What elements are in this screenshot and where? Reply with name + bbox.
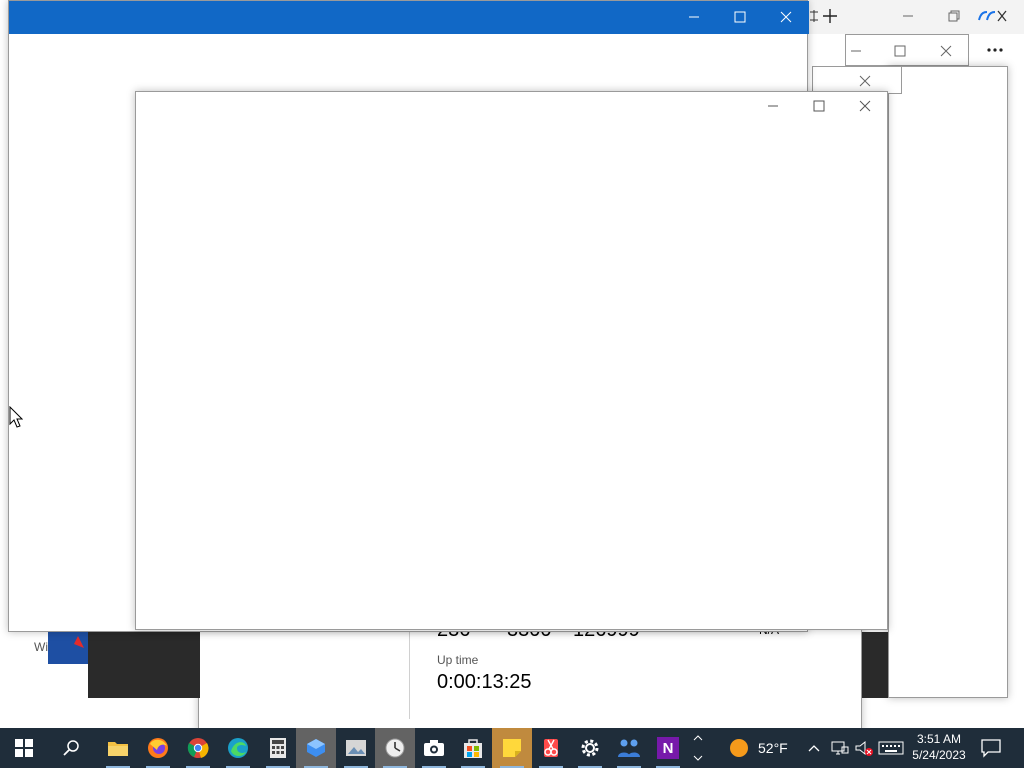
taskbar-chrome[interactable] xyxy=(178,728,218,768)
taskbar-settings[interactable] xyxy=(570,728,610,768)
clock-date: 5/24/2023 xyxy=(912,748,966,762)
store-icon xyxy=(464,739,482,758)
main-window-titlebar[interactable] xyxy=(9,1,809,34)
taskbar-photos[interactable] xyxy=(296,728,336,768)
close-icon[interactable] xyxy=(857,73,873,89)
weather-temperature: 52°F xyxy=(758,740,788,756)
taskbar-calculator[interactable] xyxy=(258,728,298,768)
camera-icon xyxy=(424,740,444,756)
tool-icons[interactable] xyxy=(976,6,1010,26)
panel-divider xyxy=(409,623,410,719)
taskbar-camera[interactable] xyxy=(414,728,454,768)
taskbar-sticky-notes[interactable] xyxy=(492,728,532,768)
foreground-window xyxy=(135,91,888,630)
more-options-icon[interactable] xyxy=(980,40,1010,60)
minimize-button[interactable] xyxy=(750,98,796,114)
close-icon xyxy=(859,100,871,112)
taskbar-file-explorer[interactable] xyxy=(98,728,138,768)
volume-muted-icon[interactable] xyxy=(854,739,874,757)
firefox-icon xyxy=(148,738,168,758)
taskbar-scroll-arrows[interactable] xyxy=(690,728,706,768)
show-hidden-icons-button[interactable] xyxy=(806,740,822,756)
maximize-icon[interactable] xyxy=(892,43,908,59)
network-icon[interactable] xyxy=(830,739,850,757)
maximize-button[interactable] xyxy=(796,98,842,114)
weather-widget[interactable]: 52°F xyxy=(728,728,798,768)
back-window-right-large xyxy=(888,66,1008,698)
restore-icon[interactable] xyxy=(946,8,962,24)
sticky-notes-icon xyxy=(503,739,521,757)
notifications-button[interactable] xyxy=(980,738,1002,758)
stacked-window-2 xyxy=(845,34,969,66)
taskbar-teams[interactable] xyxy=(609,728,649,768)
taskbar-store[interactable] xyxy=(453,728,493,768)
picture-viewer-icon xyxy=(346,740,366,756)
chrome-icon xyxy=(187,738,209,758)
minimize-button[interactable] xyxy=(671,9,717,25)
chevron-up-icon xyxy=(808,745,820,752)
sun-icon xyxy=(730,739,748,757)
notification-icon xyxy=(981,739,1001,758)
back-window-right xyxy=(800,0,1024,34)
taskbar-clock[interactable] xyxy=(375,728,415,768)
minimize-icon[interactable] xyxy=(900,8,916,24)
maximize-icon xyxy=(734,11,746,23)
search-icon xyxy=(63,740,79,756)
search-button[interactable] xyxy=(52,728,92,768)
start-button[interactable] xyxy=(4,728,44,768)
close-icon xyxy=(780,11,792,23)
photos-icon xyxy=(307,739,325,757)
taskbar: N 52°F 3:51 AM 5/24/2023 xyxy=(0,728,1024,768)
onenote-icon: N xyxy=(657,737,679,759)
windows-logo-icon xyxy=(15,739,33,757)
minimize-icon[interactable] xyxy=(848,43,864,59)
close-icon[interactable] xyxy=(938,43,954,59)
partial-text: Wi xyxy=(34,640,48,654)
calculator-icon xyxy=(270,738,286,758)
clock-icon xyxy=(385,738,405,758)
system-clock[interactable]: 3:51 AM 5/24/2023 xyxy=(906,730,972,766)
mouse-cursor-icon xyxy=(9,405,24,428)
new-tab-icon[interactable] xyxy=(820,6,840,26)
app-logo xyxy=(48,632,88,664)
keyboard-icon[interactable] xyxy=(878,740,904,756)
maximize-icon xyxy=(813,100,825,112)
close-button[interactable] xyxy=(763,9,809,25)
dark-window-strip-right xyxy=(862,632,888,698)
taskbar-edge[interactable] xyxy=(218,728,258,768)
uptime-value: 0:00:13:25 xyxy=(437,671,532,693)
stacked-window-3 xyxy=(812,66,902,94)
close-button[interactable] xyxy=(842,98,888,114)
taskbar-snipping-tool[interactable] xyxy=(531,728,571,768)
uptime-label: Up time xyxy=(437,653,479,667)
maximize-button[interactable] xyxy=(717,9,763,25)
taskbar-picture-viewer[interactable] xyxy=(336,728,376,768)
taskbar-firefox[interactable] xyxy=(138,728,178,768)
taskbar-onenote[interactable]: N xyxy=(648,728,688,768)
onenote-letter: N xyxy=(662,739,674,757)
dark-window-strip xyxy=(88,632,200,698)
edge-icon xyxy=(228,738,248,758)
clock-time: 3:51 AM xyxy=(916,732,962,746)
teams-icon xyxy=(618,739,640,757)
settings-icon xyxy=(581,739,599,757)
snipping-tool-icon xyxy=(544,739,558,757)
file-explorer-icon xyxy=(108,742,128,756)
